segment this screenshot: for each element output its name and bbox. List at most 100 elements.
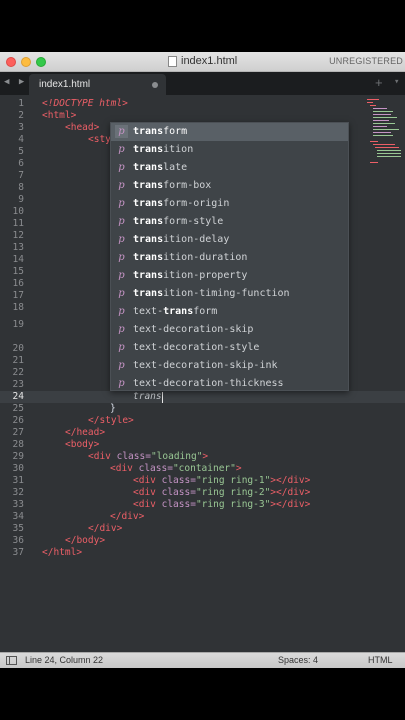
unsaved-dot-icon[interactable] [152,82,158,88]
html-tag: > [202,451,209,462]
autocomplete-item[interactable]: p transition-property [111,267,348,285]
html-attribute: class= [161,487,196,498]
autocomplete-item-selected[interactable]: p transform [111,123,348,141]
line-number: 35 [12,523,24,534]
property-icon: p [118,216,125,227]
html-string: "ring ring-2" [195,487,271,498]
autocomplete-item[interactable]: p text-transform [111,303,348,321]
line-number: 26 [12,415,24,426]
property-icon: p [118,198,125,209]
code-line-33: <div class="ring ring-3"></div> [133,499,310,511]
line-number: 33 [12,499,24,510]
autocomplete-item-label: translate [133,162,188,173]
window-title: index1.html [181,55,238,67]
close-window-button[interactable] [6,57,16,67]
line-number: 22 [12,367,24,378]
minimap-line [377,156,401,157]
tab-nav-arrows-icon[interactable]: ◀ ▶ [4,77,26,87]
html-string: "container" [172,463,236,474]
text-cursor [162,392,163,403]
minimap-line [375,147,399,148]
tab-index1-html[interactable]: index1.html [29,74,166,95]
window-titlebar[interactable]: index1.html UNREGISTERED [0,52,405,72]
autocomplete-item[interactable]: p text-decoration-style [111,339,348,357]
line-number: 1 [18,98,24,109]
html-tag: <div [88,451,117,462]
new-tab-icon[interactable]: + [375,75,383,90]
zoom-window-button[interactable] [36,57,46,67]
syntax-selector[interactable]: HTML [368,655,393,665]
autocomplete-item[interactable]: p text-decoration-skip-ink [111,357,348,375]
line-number: 18 [12,302,24,313]
autocomplete-item[interactable]: p transform-origin [111,195,348,213]
html-tag: <div [110,463,139,474]
autocomplete-item[interactable]: p translate [111,159,348,177]
property-icon: p [115,125,128,138]
minimap-line [373,123,395,124]
property-icon: p [118,234,125,245]
line-number: 15 [12,266,24,277]
line-number: 34 [12,511,24,522]
code-line-31: <div class="ring ring-1"></div> [133,475,310,487]
line-number: 16 [12,278,24,289]
line-number: 36 [12,535,24,546]
minimap-line [367,99,379,100]
minimap[interactable] [365,97,403,167]
property-icon: p [118,288,125,299]
autocomplete-item-label: transition-duration [133,252,248,263]
line-number: 4 [18,134,24,145]
line-number: 11 [12,218,24,229]
autocomplete-item-label: text-transform [133,306,218,317]
indentation-setting[interactable]: Spaces: 4 [278,655,318,665]
autocomplete-item-label: transform-style [133,216,224,227]
cursor-position: Line 24, Column 22 [25,655,104,665]
panel-toggle-icon[interactable] [6,656,17,665]
autocomplete-item-label: text-decoration-style [133,342,260,353]
status-bar: Line 24, Column 22 Spaces: 4 HTML [0,652,405,668]
property-icon: p [118,378,125,389]
html-attribute: class= [116,451,151,462]
line-number: 28 [12,439,24,450]
property-icon: p [118,324,125,335]
minimize-window-button[interactable] [21,57,31,67]
minimap-line [373,135,393,136]
minimap-line [373,117,397,118]
code-line-32: <div class="ring ring-2"></div> [133,487,310,499]
autocomplete-item[interactable]: p transition-timing-function [111,285,348,303]
tab-label: index1.html [39,79,91,90]
property-icon: p [118,306,125,317]
tab-menu-icon[interactable]: ▾ [394,77,399,87]
html-attribute: class= [138,463,173,474]
line-number: 2 [18,110,24,121]
autocomplete-item-label: transition-delay [133,234,230,245]
autocomplete-item[interactable]: p transition [111,141,348,159]
line-number: 17 [12,290,24,301]
code-line-27: </head> [65,427,106,438]
minimap-line [373,111,393,112]
property-icon: p [118,270,125,281]
line-number: 6 [18,158,24,169]
line-number: 31 [12,475,24,486]
autocomplete-item[interactable]: p transition-duration [111,249,348,267]
property-icon: p [118,180,125,191]
minimap-line [373,120,389,121]
minimap-line [373,129,399,130]
autocomplete-item[interactable]: p transition-delay [111,231,348,249]
line-number: 29 [12,451,24,462]
line-number: 30 [12,463,24,474]
autocomplete-item[interactable]: p text-decoration-thickness [111,375,348,393]
code-line-35: </div> [88,523,123,534]
autocomplete-popup[interactable]: p transform p transition p translate p t… [110,122,349,391]
property-icon: p [118,360,125,371]
autocomplete-item-label: transition-timing-function [133,288,290,299]
line-number: 21 [12,355,24,366]
autocomplete-item[interactable]: p transform-box [111,177,348,195]
minimap-line [370,105,376,106]
html-tag: > [235,463,242,474]
autocomplete-item[interactable]: p text-decoration-skip [111,321,348,339]
code-line-26: </style> [88,415,134,426]
autocomplete-item[interactable]: p transform-style [111,213,348,231]
line-number: 9 [18,194,24,205]
minimap-line [367,102,373,103]
line-number-active: 24 [12,391,24,402]
